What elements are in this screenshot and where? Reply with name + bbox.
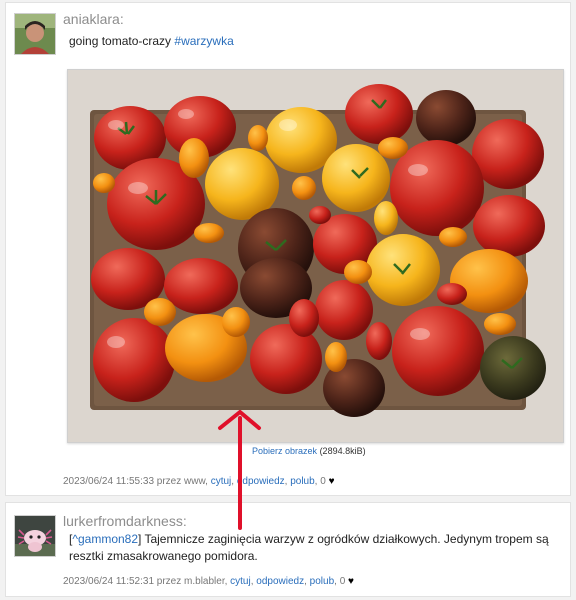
quote-link[interactable]: cytuj [230,576,251,587]
avatar-photo-icon [15,14,55,54]
tomato-photo[interactable] [67,69,564,443]
post-meta: 2023/06/24 11:52:31 przez m.blabler, cyt… [63,576,354,587]
user-avatar[interactable] [14,13,56,55]
post-text: [^gammon82] Tajemnicze zaginięcia warzyw… [69,532,549,563]
like-count: 0 [320,476,326,487]
post-timestamp: 2023/06/24 11:52:31 przez m.blabler, [63,576,228,587]
file-size: (2894.8kiB) [319,446,366,456]
post-aniaklara: aniaklara: going tomato-crazy #warzywka [5,2,571,496]
like-count: 0 [339,576,346,587]
username[interactable]: lurkerfromdarkness: [63,513,187,529]
heart-icon: ♥ [348,576,354,587]
heart-icon: ♥ [328,476,335,487]
quote-link[interactable]: cytuj [211,476,232,487]
like-link[interactable]: polub [290,476,314,487]
post-timestamp: 2023/06/24 11:55:33 przez www, [63,476,208,487]
post-lurkerfromdarkness: lurkerfromdarkness: [^gammon82] Tajemnic… [5,502,571,597]
download-image-link[interactable]: Pobierz obrazek [252,446,317,456]
reply-to-link[interactable]: ^gammon82 [72,532,138,546]
post-text-body: Tajemnicze zaginięcia warzyw z ogródków … [69,532,549,563]
post-text-body: going tomato-crazy [69,34,175,48]
hashtag-link[interactable]: #warzywka [174,34,233,48]
post-meta: 2023/06/24 11:55:33 przez www, cytuj, od… [63,476,335,487]
username[interactable]: aniaklara: [63,11,124,27]
reply-link[interactable]: odpowiedz [256,576,304,587]
reply-link[interactable]: odpowiedz [237,476,285,487]
tomato-photo-image [68,70,563,442]
axolotl-avatar-icon [15,516,55,556]
download-line: Pobierz obrazek (2894.8kiB) [252,446,366,456]
user-avatar[interactable] [14,515,56,557]
like-link[interactable]: polub [310,576,334,587]
post-text: going tomato-crazy #warzywka [69,33,556,50]
